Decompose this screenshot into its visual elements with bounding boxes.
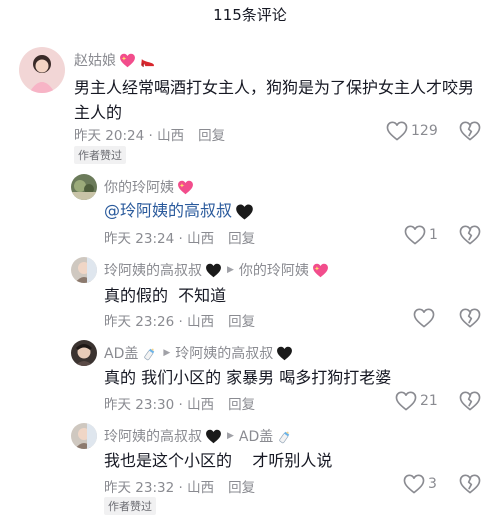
avatar[interactable]	[71, 423, 97, 449]
triangle-right-icon: ▶	[227, 265, 234, 275]
sparkling-heart-emoji	[119, 52, 136, 69]
reply-to-name[interactable]: AD盖	[239, 426, 273, 446]
broken-heart-icon[interactable]	[459, 474, 481, 494]
heart-outline-icon	[403, 474, 425, 494]
avatar[interactable]	[71, 257, 97, 283]
triangle-right-icon: ▶	[163, 348, 171, 358]
like-button[interactable]: 3	[403, 474, 437, 494]
comment-time: 昨天 23:24 · 山西	[104, 231, 215, 247]
author-name[interactable]: AD盖	[104, 343, 138, 363]
heart-outline-icon	[386, 121, 408, 141]
black-heart-emoji	[276, 345, 293, 362]
reply-button[interactable]: 回复	[228, 314, 255, 330]
like-count: 3	[428, 476, 437, 492]
sparkling-heart-emoji	[312, 262, 329, 279]
like-button[interactable]: 129	[386, 121, 438, 141]
high-heel-emoji	[139, 52, 156, 69]
reply-button[interactable]: 回复	[228, 480, 255, 496]
avatar[interactable]	[19, 47, 65, 93]
broken-heart-icon[interactable]	[459, 225, 481, 245]
comment-text: 我也是这个小区的 才听别人说	[104, 451, 333, 470]
like-button[interactable]: 21	[395, 391, 438, 411]
reply-button[interactable]: 回复	[198, 128, 225, 144]
avatar[interactable]	[71, 340, 97, 366]
heart-outline-icon	[395, 391, 417, 411]
like-button[interactable]	[413, 308, 438, 328]
baby-bottle-emoji	[141, 345, 158, 362]
author-name[interactable]: 玲阿姨的高叔叔	[104, 426, 202, 446]
comment-time: 昨天 23:26 · 山西	[104, 314, 215, 330]
comment-author[interactable]: 你的玲阿姨	[104, 177, 194, 197]
broken-heart-icon[interactable]	[459, 121, 481, 141]
author-name[interactable]: 你的玲阿姨	[104, 177, 174, 197]
comment-author[interactable]: 玲阿姨的高叔叔 ▶ AD盖	[104, 426, 293, 446]
black-heart-emoji	[205, 262, 222, 279]
baby-bottle-emoji	[276, 428, 293, 445]
heart-outline-icon	[404, 225, 426, 245]
comment-author[interactable]: 赵姑娘	[74, 50, 156, 70]
comment-text: 男主人经常喝酒打女主人，狗狗是为了保护女主人才咬男主人的	[74, 78, 475, 122]
broken-heart-icon[interactable]	[459, 391, 481, 411]
reply-button[interactable]: 回复	[228, 231, 255, 247]
comment-time: 昨天 23:32 · 山西	[104, 480, 215, 496]
author-name[interactable]: 赵姑娘	[74, 50, 116, 70]
comment-time: 昨天 20:24 · 山西	[74, 128, 185, 144]
black-heart-emoji	[235, 203, 254, 221]
author-liked-badge: 作者赞过	[74, 146, 126, 164]
comment-meta: 昨天 23:26 · 山西 回复	[104, 310, 255, 330]
like-count: 21	[420, 393, 438, 409]
comment-author[interactable]: AD盖 ▶ 玲阿姨的高叔叔	[104, 343, 293, 363]
comments-count-title: 115条评论	[213, 6, 287, 24]
author-name[interactable]: 玲阿姨的高叔叔	[104, 260, 202, 280]
comment-author[interactable]: 玲阿姨的高叔叔 ▶ 你的玲阿姨	[104, 260, 329, 280]
author-liked-badge: 作者赞过	[104, 497, 156, 515]
comment-time: 昨天 23:30 · 山西	[104, 397, 215, 413]
sparkling-heart-emoji	[177, 179, 194, 196]
comment-meta: 昨天 23:32 · 山西 回复	[104, 476, 255, 496]
comment-text: @玲阿姨的高叔叔	[104, 198, 254, 223]
comment-text: 真的假的 不知道	[104, 286, 227, 305]
mention-link[interactable]: @玲阿姨的高叔叔	[104, 201, 232, 220]
reply-to-name[interactable]: 玲阿姨的高叔叔	[175, 343, 273, 363]
broken-heart-icon[interactable]	[459, 308, 481, 328]
comment-meta: 昨天 20:24 · 山西 回复	[74, 124, 225, 144]
reply-to-name[interactable]: 你的玲阿姨	[239, 260, 309, 280]
like-button[interactable]: 1	[404, 225, 438, 245]
triangle-right-icon: ▶	[227, 431, 234, 441]
like-count: 129	[411, 123, 438, 139]
like-count: 1	[429, 227, 438, 243]
comment-meta: 昨天 23:30 · 山西 回复	[104, 393, 255, 413]
comment-text: 真的 我们小区的 家暴男 喝多打狗打老婆	[104, 368, 392, 387]
reply-button[interactable]: 回复	[228, 397, 255, 413]
heart-outline-icon	[413, 308, 435, 328]
comment-meta: 昨天 23:24 · 山西 回复	[104, 227, 255, 247]
avatar[interactable]	[71, 174, 97, 200]
black-heart-emoji	[205, 428, 222, 445]
